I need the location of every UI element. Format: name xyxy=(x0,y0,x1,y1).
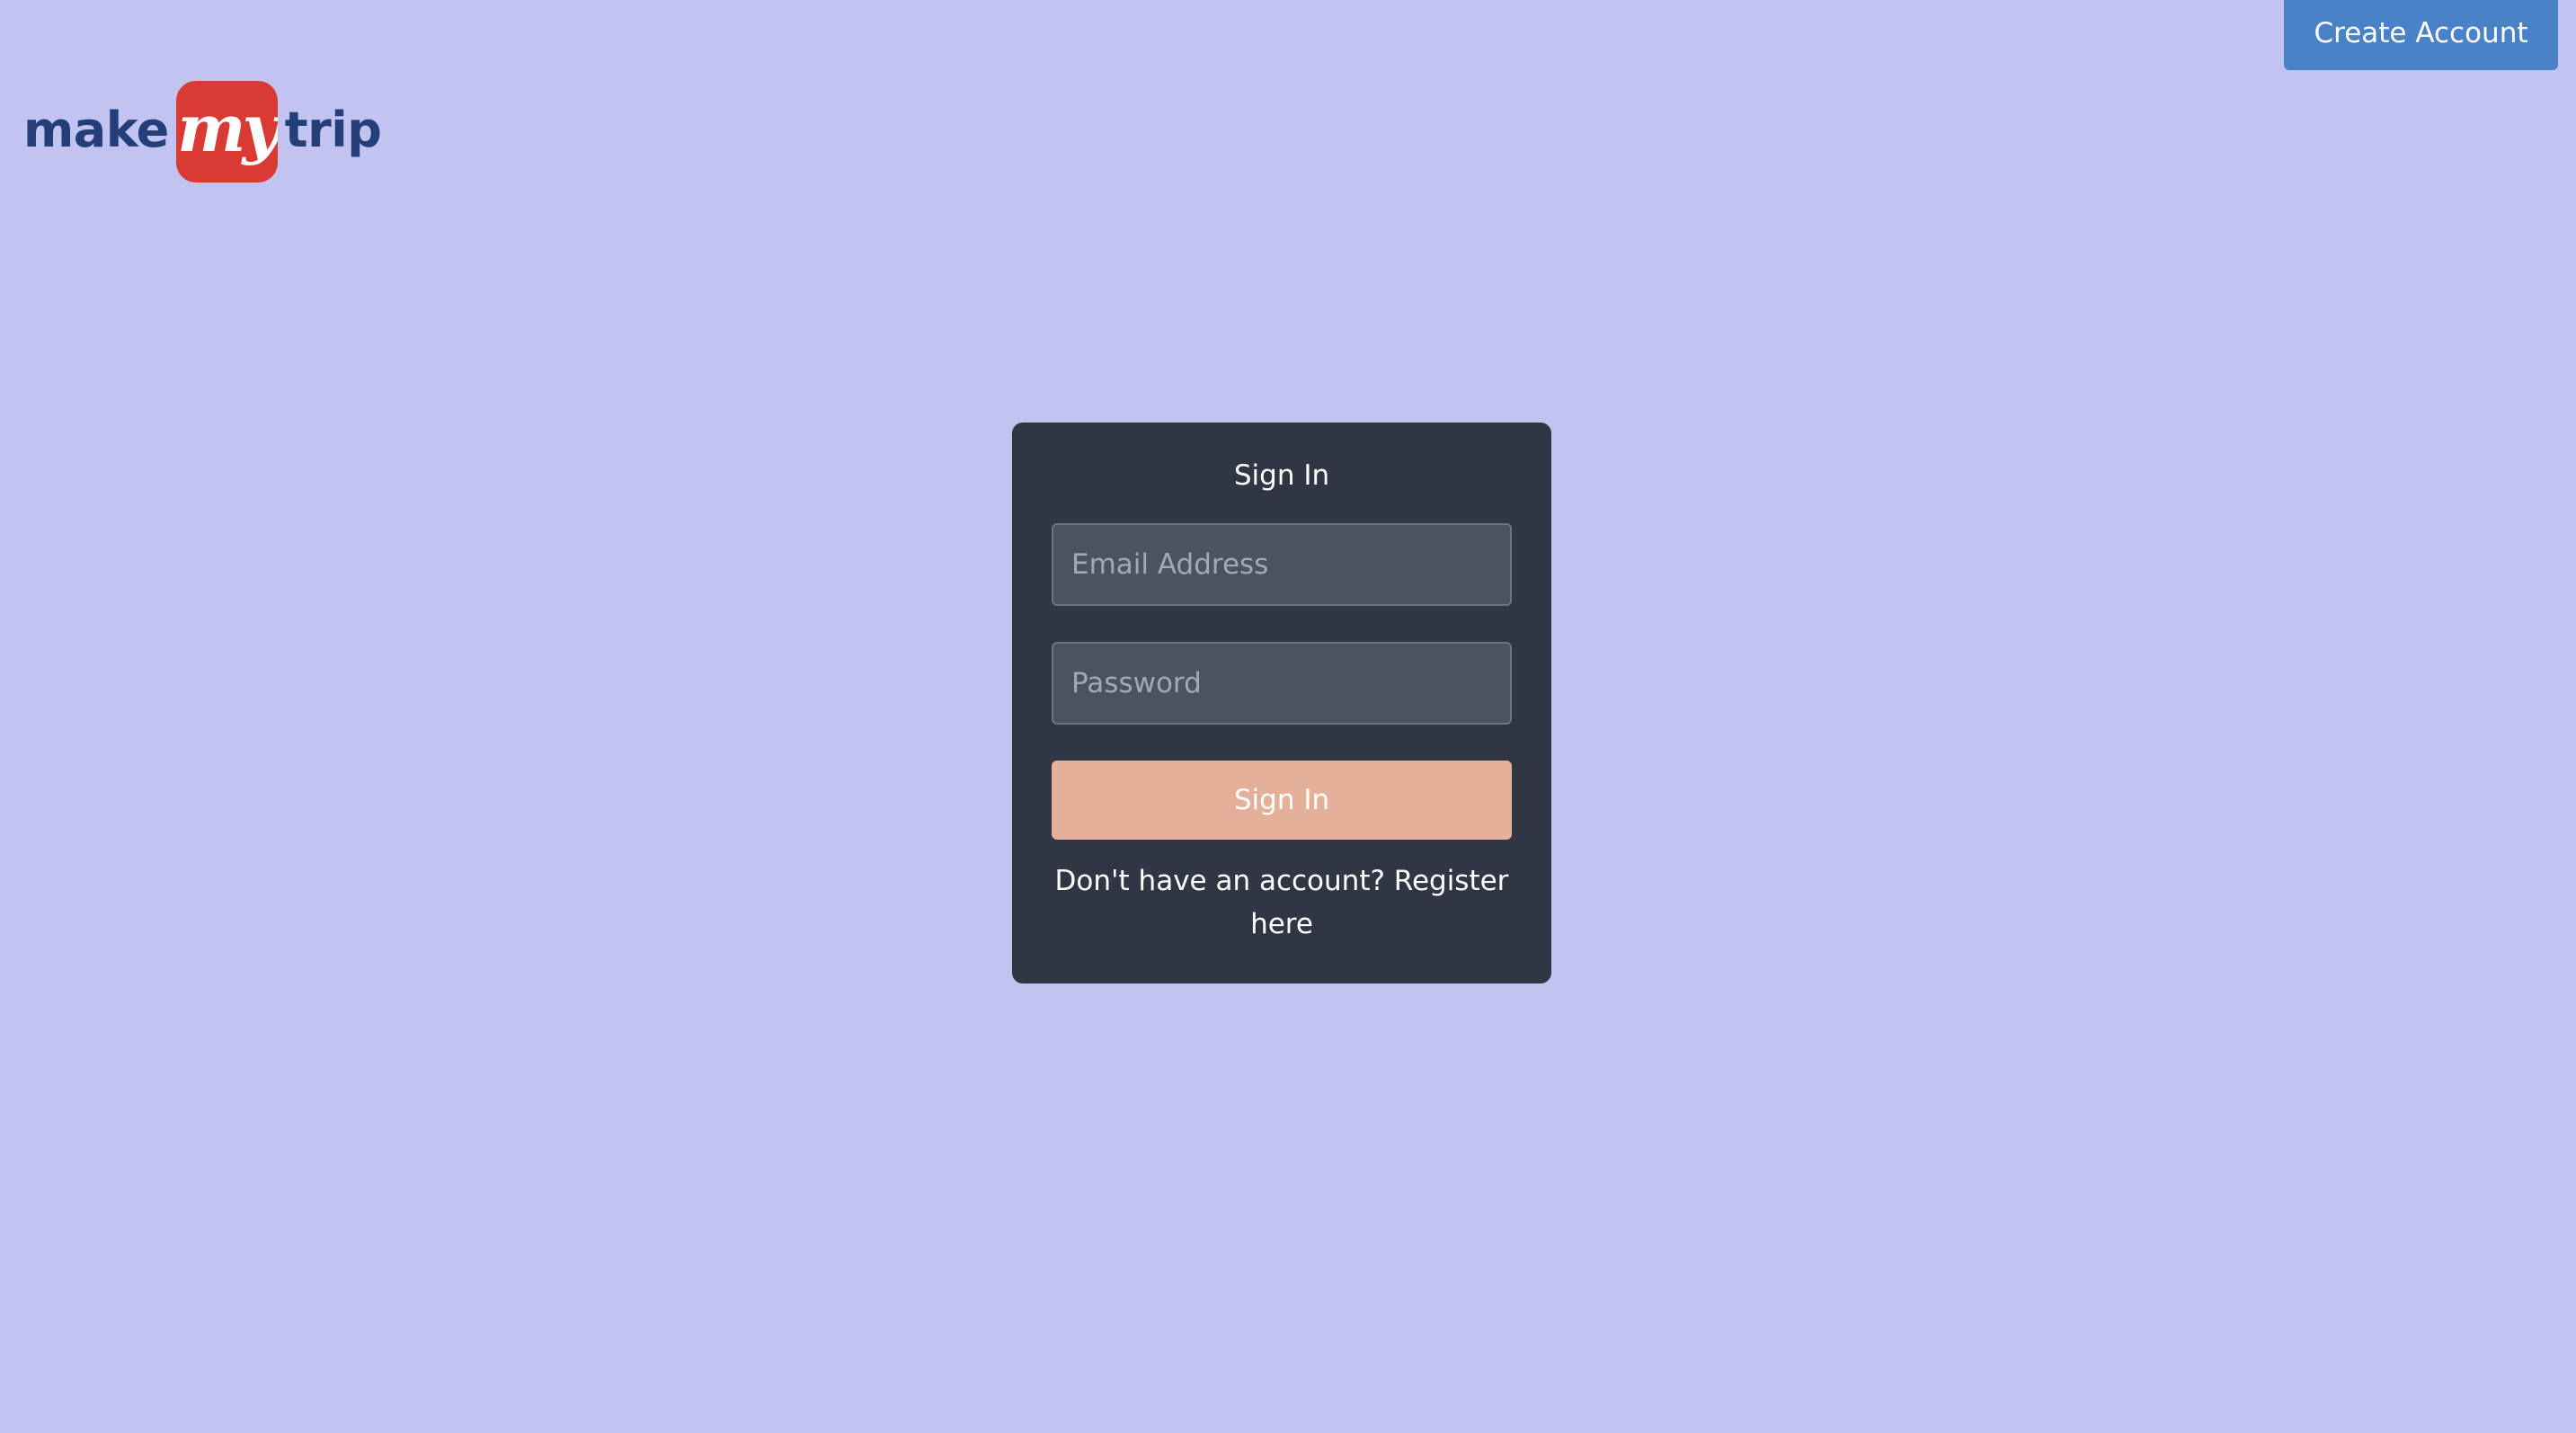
logo-text-my: my xyxy=(177,89,278,166)
signin-button[interactable]: Sign In xyxy=(1052,761,1512,840)
brand-logo[interactable]: make my trip xyxy=(23,81,382,182)
signin-card: Sign In Sign In Don't have an account? R… xyxy=(1012,423,1551,984)
create-account-button[interactable]: Create Account xyxy=(2284,0,2558,70)
register-prompt: Don't have an account? Register here xyxy=(1052,859,1512,946)
email-field[interactable] xyxy=(1052,523,1512,606)
password-field[interactable] xyxy=(1052,642,1512,725)
logo-badge: my xyxy=(175,81,278,182)
logo-text-trip: trip xyxy=(284,101,382,158)
signin-title: Sign In xyxy=(1233,459,1330,492)
logo-text-make: make xyxy=(23,101,169,158)
register-prompt-text: Don't have an account? xyxy=(1054,865,1385,897)
